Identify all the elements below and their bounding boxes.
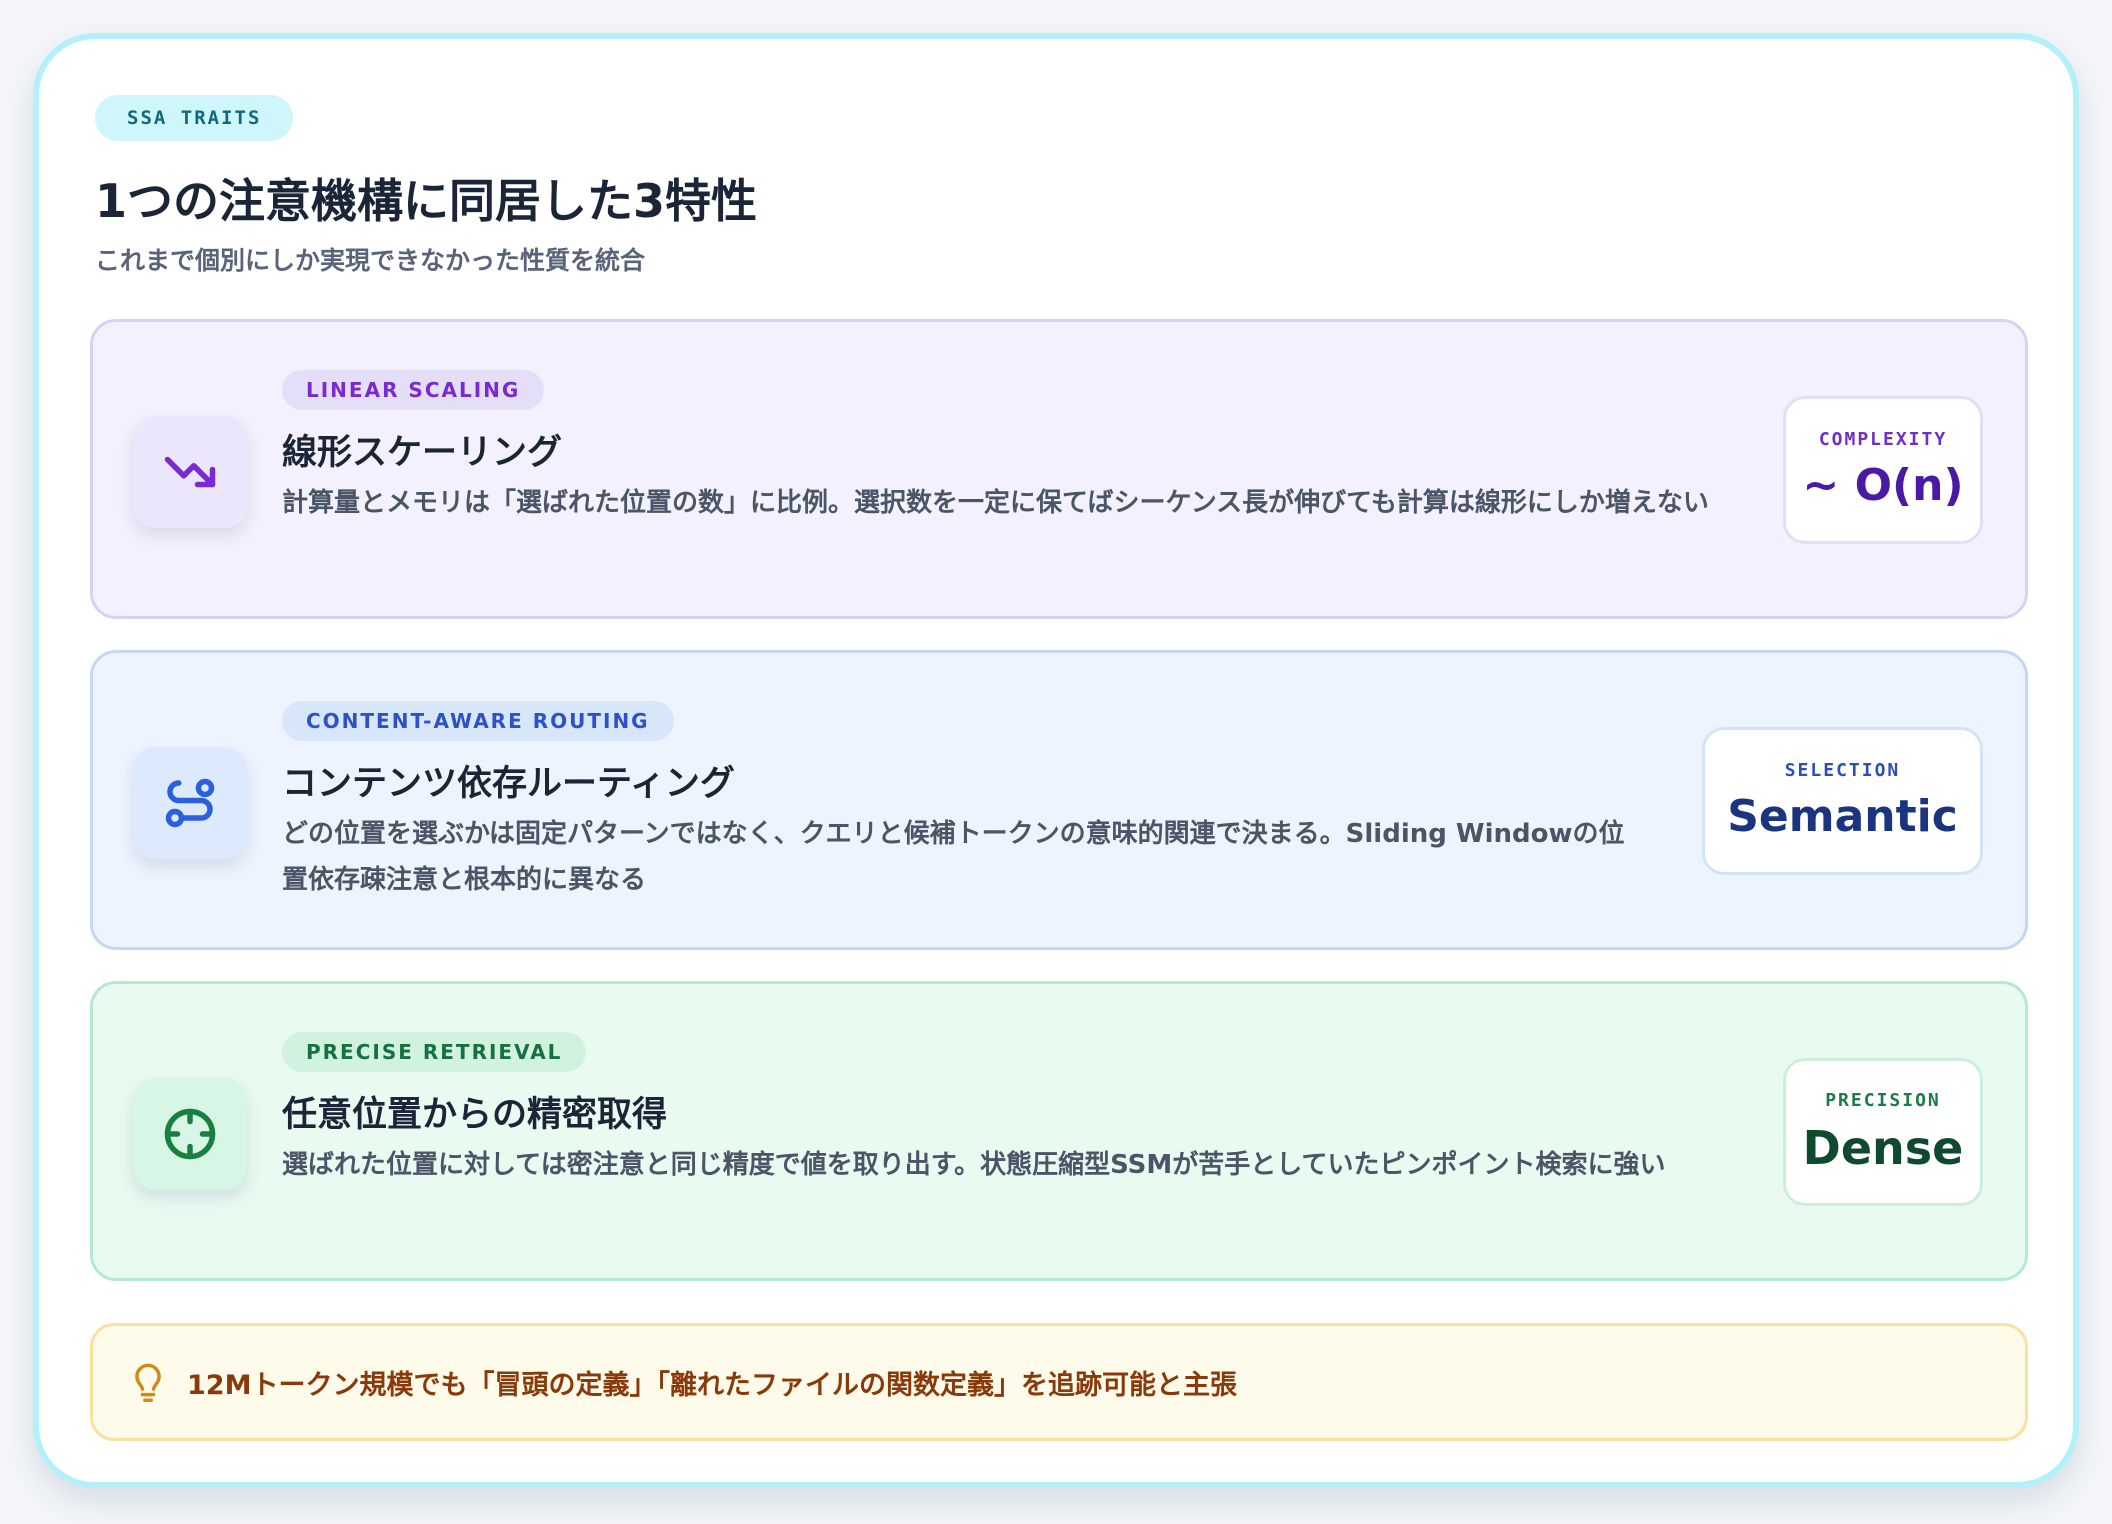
section-eyebrow: SSA TRAITS [95,95,294,141]
traits-card: SSA TRAITS 1つの注意機構に同居した3特性 これまで個別にしか実現でき… [33,33,2079,1488]
trait-title: コンテンツ依存ルーティング [282,764,735,804]
trait-card-content-aware-routing: CONTENT-AWARE ROUTING コンテンツ依存ルーティング どの位置… [90,650,2028,950]
metric-label: COMPLEXITY [1818,429,1948,450]
trait-tag: CONTENT-AWARE ROUTING [282,701,674,741]
page-subtitle: これまで個別にしか実現できなかった性質を統合 [95,246,646,275]
metric-value: Semantic [1727,791,1958,842]
crosshair-icon [133,1078,247,1190]
metric-box: SELECTION Semantic [1702,727,1983,875]
trait-title: 線形スケーリング [282,433,563,473]
trait-tag: PRECISE RETRIEVAL [282,1032,587,1072]
trait-description: 計算量とメモリは「選ばれた位置の数」に比例。選択数を一定に保てばシーケンス長が伸… [282,488,1709,518]
trait-card-linear-scaling: LINEAR SCALING 線形スケーリング 計算量とメモリは「選ばれた位置の… [90,319,2028,619]
trait-card-precise-retrieval: PRECISE RETRIEVAL 任意位置からの精密取得 選ばれた位置に対して… [90,981,2028,1281]
page-title: 1つの注意機構に同居した3特性 [95,174,758,228]
metric-label: PRECISION [1825,1089,1941,1111]
trait-description: どの位置を選ぶかは固定パターンではなく、クエリと候補トークンの意味的関連で決まる… [282,819,1625,895]
trait-tag: LINEAR SCALING [282,370,545,410]
metric-value: ~ O(n) [1802,460,1964,511]
lightbulb-icon [129,1359,167,1405]
trait-title: 任意位置からの精密取得 [282,1095,668,1135]
trending-down-icon [133,416,247,528]
metric-box: COMPLEXITY ~ O(n) [1783,396,1983,544]
metric-box: PRECISION Dense [1783,1058,1983,1206]
metric-value: Dense [1802,1120,1964,1175]
note-text: 12Mトークン規模でも「冒頭の定義」「離れたファイルの関数定義」を追跡可能と主張 [187,1369,1237,1401]
route-icon [133,747,247,859]
metric-label: SELECTION [1784,760,1901,781]
note-callout: 12Mトークン規模でも「冒頭の定義」「離れたファイルの関数定義」を追跡可能と主張 [90,1323,2028,1441]
trait-description: 選ばれた位置に対しては密注意と同じ精度で値を取り出す。状態圧縮型SSMが苦手とし… [282,1150,1666,1180]
